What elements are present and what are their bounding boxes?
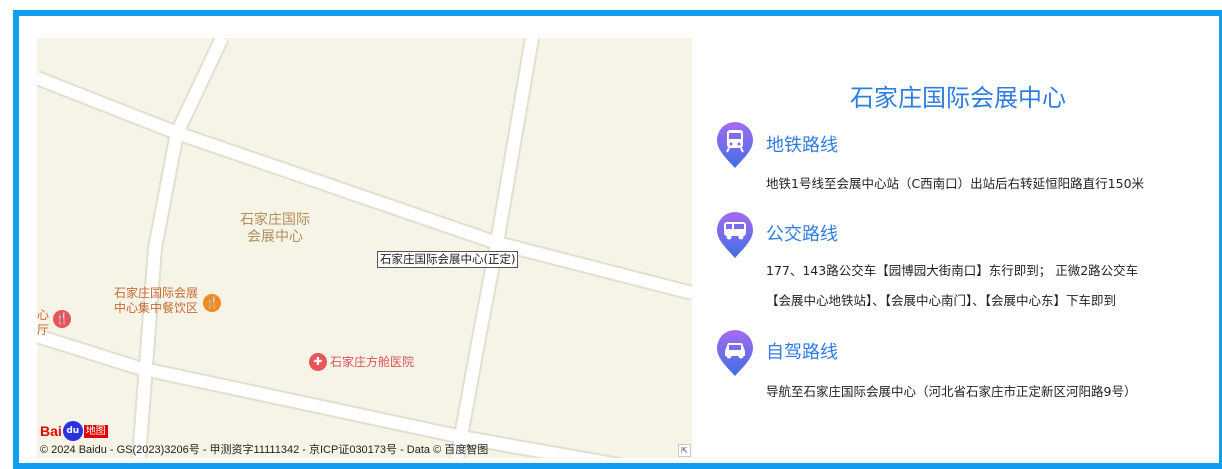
poi-edge-line2: 厅	[37, 323, 50, 337]
subway-route-desc: 地铁1号线至会展中心站（C西南口）出站后右转延恒阳路直行150米	[766, 176, 1145, 191]
logo-paw-icon: du	[62, 421, 83, 441]
bus-route-desc-line2: 【会展中心地铁站】、【会展中心南门】、【会展中心东】下车即到	[766, 293, 1117, 308]
logo-bai: Bai	[40, 423, 62, 439]
baidu-logo[interactable]: Bai du 地图	[40, 420, 108, 442]
logo-ditu: 地图	[83, 424, 108, 438]
bus-route-title: 公交路线	[766, 224, 838, 245]
area-label-line1: 石家庄国际	[240, 212, 310, 228]
poi-hospital-label[interactable]: 石家庄方舱医院	[330, 354, 414, 370]
car-route-title: 自驾路线	[766, 342, 838, 363]
restaurant-icon[interactable]: 🍴	[203, 294, 221, 312]
baidu-map[interactable]: 石家庄国际 会展中心 石家庄国际会展 中心集中餐饮区 🍴 心 厅 🍴 ✚ 石家庄…	[37, 38, 692, 458]
venue-title: 石家庄国际会展中心	[850, 84, 1066, 112]
poi-restaurant-line2: 中心集中餐饮区	[114, 301, 199, 315]
subway-icon	[717, 122, 753, 168]
map-copyright: © 2024 Baidu - GS(2023)3206号 - 甲测资字11111…	[40, 444, 489, 456]
poi-edge-line1: 心	[37, 308, 50, 322]
poi-restaurant-line1: 石家庄国际会展	[114, 286, 199, 300]
location-marker-label[interactable]: 石家庄国际会展中心(正定)	[377, 251, 519, 268]
expand-corner-icon[interactable]: ⇱	[678, 444, 691, 457]
area-label-exhibition-center: 石家庄国际 会展中心	[240, 212, 310, 246]
hospital-icon[interactable]: ✚	[309, 353, 327, 371]
poi-edge-icon[interactable]: 🍴	[53, 310, 71, 328]
car-icon	[717, 330, 753, 376]
bus-route-desc-line1: 177、143路公交车【园博园大街南口】东行即到； 正微2路公交车	[766, 263, 1139, 278]
road-network	[37, 38, 692, 458]
subway-route-title: 地铁路线	[766, 135, 838, 156]
poi-restaurant-label[interactable]: 石家庄国际会展 中心集中餐饮区	[114, 286, 198, 316]
bus-icon	[717, 212, 753, 258]
area-label-line2: 会展中心	[247, 229, 303, 245]
car-route-desc: 导航至石家庄国际会展中心（河北省石家庄市正定新区河阳路9号）	[766, 384, 1137, 399]
poi-edge-label[interactable]: 心 厅	[37, 308, 49, 338]
content-frame: 石家庄国际 会展中心 石家庄国际会展 中心集中餐饮区 🍴 心 厅 🍴 ✚ 石家庄…	[13, 10, 1222, 469]
